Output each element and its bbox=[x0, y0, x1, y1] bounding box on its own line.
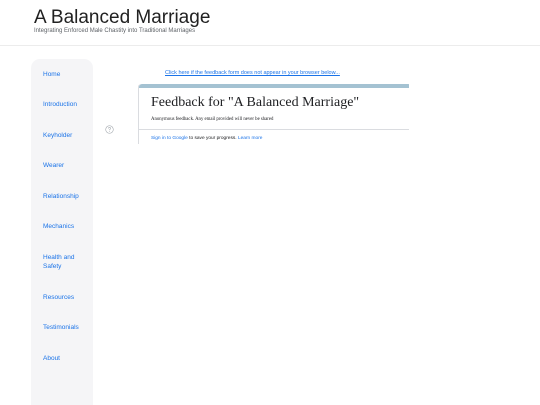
form-signin-notice: Sign in to Google to save your progress.… bbox=[151, 136, 262, 141]
sidebar-item-about[interactable]: About bbox=[43, 354, 91, 363]
form-title: Feedback for "A Balanced Marriage" bbox=[151, 95, 360, 110]
sidebar-item-keyholder[interactable]: Keyholder bbox=[43, 131, 91, 140]
sidebar-nav: Home Introduction Keyholder Wearer Relat… bbox=[31, 59, 93, 405]
question-circle-icon[interactable] bbox=[105, 125, 114, 134]
feedback-form-embed[interactable]: Feedback for "A Balanced Marriage" Anony… bbox=[137, 84, 409, 144]
sidebar-item-home[interactable]: Home bbox=[43, 70, 91, 79]
signin-text: to save your progress. bbox=[187, 136, 238, 141]
feedback-form-fallback-link[interactable]: Click here if the feedback form does not… bbox=[165, 70, 340, 76]
form-card: Feedback for "A Balanced Marriage" Anony… bbox=[138, 84, 409, 144]
sidebar-item-wearer[interactable]: Wearer bbox=[43, 161, 91, 170]
site-header: A Balanced Marriage Integrating Enforced… bbox=[0, 0, 540, 46]
form-description: Anonymous feedback. Any email provided w… bbox=[151, 117, 274, 122]
learn-more-link[interactable]: Learn more bbox=[238, 136, 263, 141]
sidebar-item-health-and-safety[interactable]: Health and Safety bbox=[43, 253, 91, 271]
sidebar-item-testimonials[interactable]: Testimonials bbox=[43, 323, 91, 332]
site-tagline: Integrating Enforced Male Chastity into … bbox=[34, 28, 196, 34]
sidebar-item-relationship[interactable]: Relationship bbox=[43, 192, 91, 201]
form-accent-bar bbox=[139, 84, 409, 88]
sidebar-item-mechanics[interactable]: Mechanics bbox=[43, 222, 91, 231]
site-title[interactable]: A Balanced Marriage bbox=[34, 7, 210, 29]
sign-in-link[interactable]: Sign in to Google bbox=[151, 136, 188, 141]
form-divider bbox=[139, 129, 409, 130]
sidebar-item-introduction[interactable]: Introduction bbox=[43, 100, 91, 109]
sidebar-item-resources[interactable]: Resources bbox=[43, 293, 91, 302]
